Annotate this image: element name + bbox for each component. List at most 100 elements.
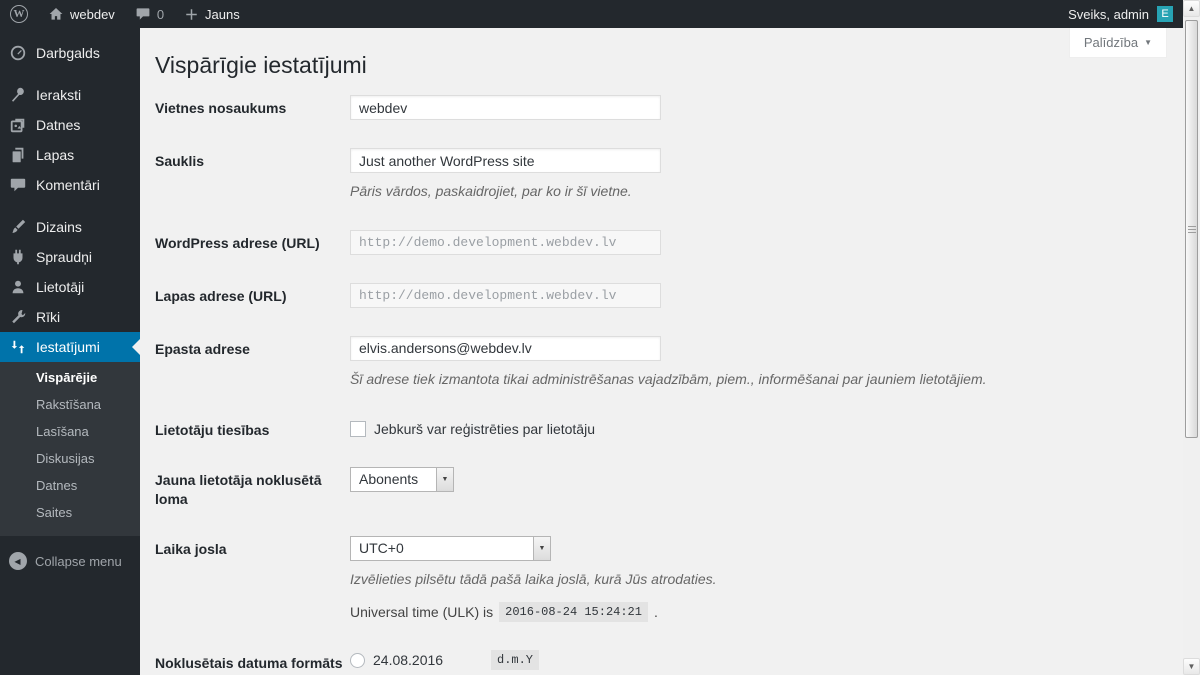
row-membership: Lietotāju tiesības Jebkurš var reģistrēt…	[155, 417, 1163, 439]
admin-menu: Darbgalds Ieraksti Datnes Lapas Komentār…	[0, 28, 140, 578]
plugin-icon	[9, 248, 27, 266]
sidebar-item-dashboard[interactable]: Darbgalds	[0, 38, 140, 68]
sidebar-item-label: Datnes	[36, 117, 81, 133]
tagline-label: Sauklis	[155, 153, 205, 169]
sidebar-item-media[interactable]: Datnes	[0, 110, 140, 140]
collapse-arrow-icon: ◀	[9, 552, 27, 570]
paintbrush-icon	[9, 218, 27, 236]
membership-checkbox-label: Jebkurš var reģistrēties par lietotāju	[374, 421, 595, 438]
page-title: Vispārīgie iestatījumi	[155, 52, 367, 78]
tagline-help-text: Pāris vārdos, paskaidrojiet, par ko ir š…	[350, 183, 632, 199]
account-menu[interactable]: Sveiks, admin E	[1068, 0, 1183, 28]
scroll-down-button[interactable]: ▼	[1183, 658, 1200, 675]
pages-icon	[9, 146, 27, 164]
email-help-text: Šī adrese tiek izmantota tikai administr…	[350, 370, 987, 387]
sidebar-item-label: Lietotāji	[36, 279, 85, 295]
new-content-button[interactable]: Jauns	[174, 0, 250, 28]
submenu-item-media[interactable]: Datnes	[0, 472, 140, 499]
comments-shortcut[interactable]: 0	[125, 0, 174, 28]
sidebar-item-label: Komentāri	[36, 177, 100, 193]
sidebar-item-label: Spraudņi	[36, 249, 93, 265]
new-content-label: Jauns	[205, 6, 240, 22]
plus-icon	[184, 7, 199, 22]
collapse-menu-label: Collapse menu	[35, 553, 122, 569]
admin-bar-left: W webdev 0 Jauns	[0, 0, 250, 28]
default-role-selected-value: Abonents	[359, 471, 419, 488]
default-role-select[interactable]: Abonents ▼	[350, 467, 454, 493]
email-input[interactable]	[350, 335, 661, 361]
timezone-label: Laika josla	[155, 540, 227, 557]
sidebar-item-label: Ieraksti	[36, 87, 82, 103]
site-link[interactable]: webdev	[38, 0, 125, 28]
help-button[interactable]: Palīdzība ▼	[1068, 28, 1167, 58]
submenu-item-links[interactable]: Saites	[0, 499, 140, 526]
home-icon	[48, 6, 64, 22]
wordpress-address-input	[350, 229, 661, 255]
sidebar-item-pages[interactable]: Lapas	[0, 140, 140, 170]
date-format-radio-dmy[interactable]	[350, 652, 365, 668]
sidebar-item-label: Iestatījumi	[36, 339, 100, 355]
site-name-label: webdev	[70, 6, 115, 22]
submenu-item-reading[interactable]: Lasīšana	[0, 418, 140, 445]
row-wordpress-address: WordPress adrese (URL)	[155, 229, 1163, 255]
sidebar-item-tools[interactable]: Rīki	[0, 302, 140, 332]
wordpress-menu-button[interactable]: W	[0, 0, 38, 28]
email-label: Epasta adrese	[155, 340, 250, 357]
date-format-label: Noklusētais datuma formāts	[155, 655, 343, 672]
wordpress-logo-icon: W	[10, 5, 28, 23]
pin-icon	[9, 86, 27, 104]
user-icon	[9, 278, 27, 296]
row-site-title: Vietnes nosaukums	[155, 95, 1163, 120]
comment-count: 0	[156, 6, 165, 22]
site-address-input	[350, 282, 661, 308]
date-format-option-label: 24.08.2016	[373, 652, 444, 669]
row-default-role: Jauna lietotāja noklusētā loma Abonents …	[155, 467, 1163, 507]
timezone-select[interactable]: UTC+0 ▼	[350, 535, 551, 561]
admin-bar: W webdev 0 Jauns Sveiks, admin E	[0, 0, 1183, 28]
submenu-item-general[interactable]: Vispārējie	[0, 364, 140, 391]
vertical-scrollbar[interactable]: ▲ ▼	[1183, 0, 1200, 675]
wordpress-address-label: WordPress adrese (URL)	[155, 234, 320, 251]
row-tagline: Sauklis Pāris vārdos, paskaidrojiet, par…	[155, 148, 1163, 202]
help-label: Palīdzība	[1083, 35, 1139, 50]
sidebar-item-appearance[interactable]: Dizains	[0, 212, 140, 242]
site-title-label: Vietnes nosaukums	[155, 100, 287, 116]
settings-sliders-icon	[9, 338, 27, 356]
timezone-selected-value: UTC+0	[359, 539, 404, 556]
sidebar-item-users[interactable]: Lietotāji	[0, 272, 140, 302]
wrench-icon	[9, 308, 27, 326]
submenu-item-discussion[interactable]: Diskusijas	[0, 445, 140, 472]
sidebar-item-label: Rīki	[36, 309, 61, 325]
scroll-up-button[interactable]: ▲	[1183, 0, 1200, 17]
membership-label: Lietotāju tiesības	[155, 422, 270, 439]
dashboard-icon	[9, 44, 27, 62]
sidebar-item-posts[interactable]: Ieraksti	[0, 80, 140, 110]
scrollbar-thumb[interactable]	[1185, 20, 1198, 438]
timezone-help-text: Izvēlieties pilsētu tādā pašā laika josl…	[350, 570, 717, 587]
membership-checkbox[interactable]	[350, 421, 366, 438]
menu-separator	[0, 200, 140, 212]
sidebar-item-comments[interactable]: Komentāri	[0, 170, 140, 200]
row-timezone: Laika josla UTC+0 ▼ Izvēlieties pilsētu …	[155, 535, 1163, 623]
submenu-item-writing[interactable]: Rakstīšana	[0, 391, 140, 418]
sidebar-item-plugins[interactable]: Spraudņi	[0, 242, 140, 272]
settings-submenu: Vispārējie Rakstīšana Lasīšana Diskusija…	[0, 362, 140, 536]
site-title-input[interactable]	[350, 95, 661, 120]
default-role-label: Jauna lietotāja noklusētā loma	[155, 472, 322, 507]
tagline-input[interactable]	[350, 148, 661, 173]
utc-time-prefix: Universal time (ULK) is	[350, 604, 494, 621]
sidebar-item-settings[interactable]: Iestatījumi	[0, 332, 140, 362]
comments-icon	[9, 176, 27, 194]
collapse-menu-button[interactable]: ◀ Collapse menu	[0, 544, 140, 578]
sidebar-item-label: Dizains	[36, 219, 82, 235]
greeting-label: Sveiks, admin	[1068, 6, 1149, 22]
site-address-label: Lapas adrese (URL)	[155, 287, 287, 304]
row-site-address: Lapas adrese (URL)	[155, 282, 1163, 308]
main-content: Palīdzība ▼ Vispārīgie iestatījumi Vietn…	[140, 28, 1183, 675]
date-format-code: d.m.Y	[491, 650, 540, 671]
date-format-option: 24.08.2016 d.m.Y	[350, 650, 540, 671]
select-arrow-icon: ▼	[436, 468, 453, 492]
avatar: E	[1157, 6, 1173, 22]
row-email: Epasta adrese Šī adrese tiek izmantota t…	[155, 335, 1163, 390]
admin-sidebar: Darbgalds Ieraksti Datnes Lapas Komentār…	[0, 28, 140, 675]
